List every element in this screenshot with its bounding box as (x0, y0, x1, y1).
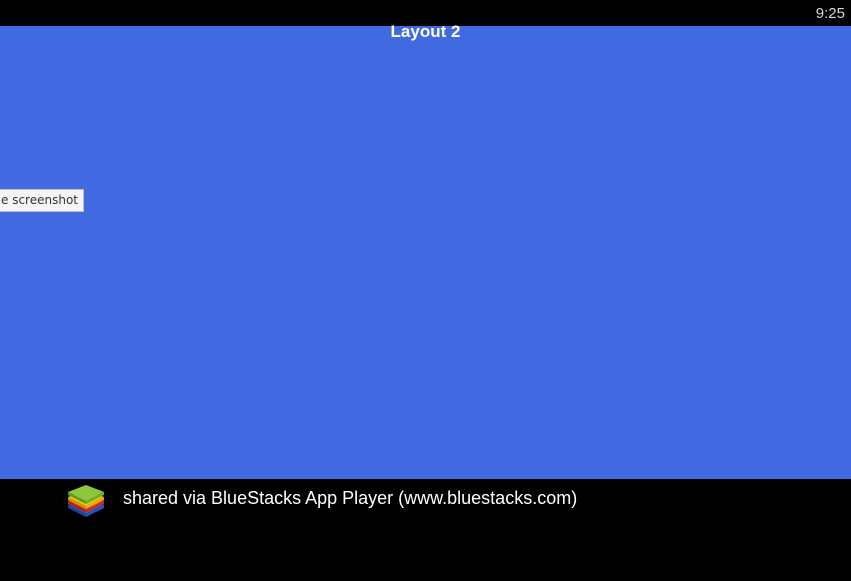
status-time: 9:25 (815, 5, 845, 22)
layout-title: Layout 2 (390, 22, 461, 41)
share-footer: shared via BlueStacks App Player (www.bl… (0, 479, 851, 581)
bluestacks-logo-icon (68, 485, 104, 517)
app-screen[interactable]: Layout 2 e screenshot (0, 22, 851, 479)
screenshot-tooltip: e screenshot (0, 189, 84, 212)
share-footer-text: shared via BlueStacks App Player (www.bl… (123, 488, 578, 508)
